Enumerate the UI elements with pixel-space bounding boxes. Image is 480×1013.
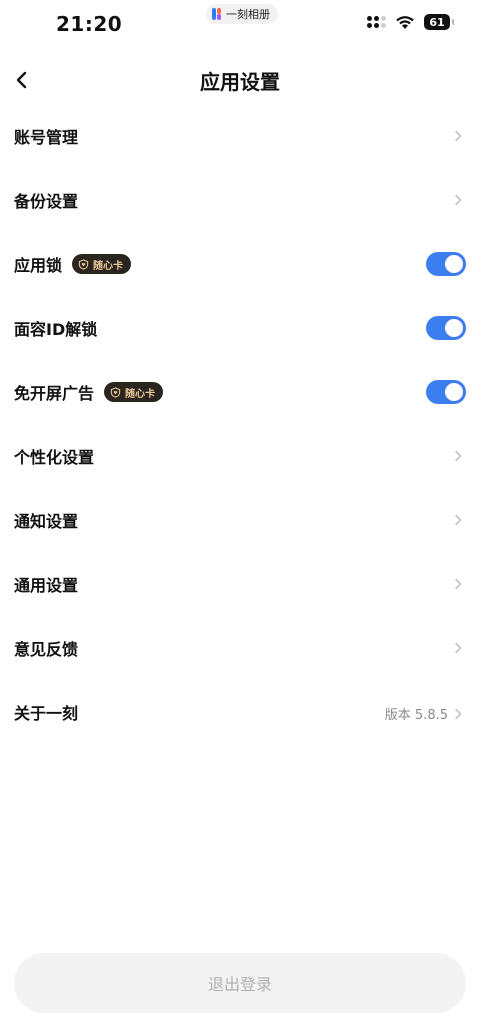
signal-icon	[367, 16, 386, 28]
face-id-toggle[interactable]	[426, 316, 466, 340]
settings-row-face-id: 面容ID解锁	[0, 296, 480, 360]
shield-heart-icon	[78, 258, 89, 270]
battery-icon: 61	[424, 14, 454, 30]
page-title: 应用设置	[200, 70, 280, 94]
settings-row-general[interactable]: 通用设置	[0, 552, 480, 616]
no-splash-ad-toggle[interactable]	[426, 380, 466, 404]
row-label: 应用锁 随心卡	[14, 252, 132, 276]
shield-heart-icon	[110, 386, 121, 398]
settings-row-backup[interactable]: 备份设置	[0, 168, 480, 232]
chevron-right-icon	[455, 578, 462, 590]
dynamic-island-app-pill: 一刻相册	[206, 4, 278, 24]
chevron-right-icon	[455, 130, 462, 142]
settings-row-feedback[interactable]: 意见反馈	[0, 616, 480, 680]
chevron-right-icon	[455, 194, 462, 206]
settings-row-personalization[interactable]: 个性化设置	[0, 424, 480, 488]
settings-row-about[interactable]: 关于一刻 版本 5.8.5	[0, 680, 480, 744]
chevron-right-icon	[455, 642, 462, 654]
logout-button[interactable]: 退出登录	[14, 953, 466, 1013]
row-label: 个性化设置	[14, 448, 95, 467]
row-label: 关于一刻	[14, 704, 79, 723]
status-time: 21:20	[56, 12, 123, 36]
row-label: 通知设置	[14, 512, 79, 531]
row-label: 面容ID解锁	[14, 320, 98, 339]
row-label: 通用设置	[14, 576, 79, 595]
row-label: 意见反馈	[14, 640, 79, 659]
settings-row-app-lock: 应用锁 随心卡	[0, 232, 480, 296]
settings-list: 账号管理 备份设置 应用锁 随心卡 面容ID解锁 免开屏广告 随心卡 个性化设置…	[0, 104, 480, 744]
chevron-right-icon	[455, 450, 462, 462]
app-lock-toggle[interactable]	[426, 252, 466, 276]
settings-row-notifications[interactable]: 通知设置	[0, 488, 480, 552]
row-label: 备份设置	[14, 192, 79, 211]
app-logo-icon	[212, 8, 222, 20]
version-text: 版本 5.8.5	[385, 704, 464, 723]
app-pill-label: 一刻相册	[226, 8, 270, 21]
settings-row-account[interactable]: 账号管理	[0, 104, 480, 168]
row-label: 账号管理	[14, 128, 79, 147]
status-bar: 21:20 一刻相册 61	[0, 0, 480, 48]
chevron-right-icon	[455, 514, 462, 526]
membership-badge: 随心卡	[104, 382, 164, 402]
chevron-right-icon	[455, 708, 462, 719]
wifi-icon	[396, 15, 414, 29]
nav-bar: 应用设置	[0, 56, 480, 104]
status-icons: 61	[367, 14, 454, 30]
row-label: 免开屏广告 随心卡	[14, 380, 164, 404]
membership-badge: 随心卡	[72, 254, 132, 274]
settings-row-no-splash-ad: 免开屏广告 随心卡	[0, 360, 480, 424]
